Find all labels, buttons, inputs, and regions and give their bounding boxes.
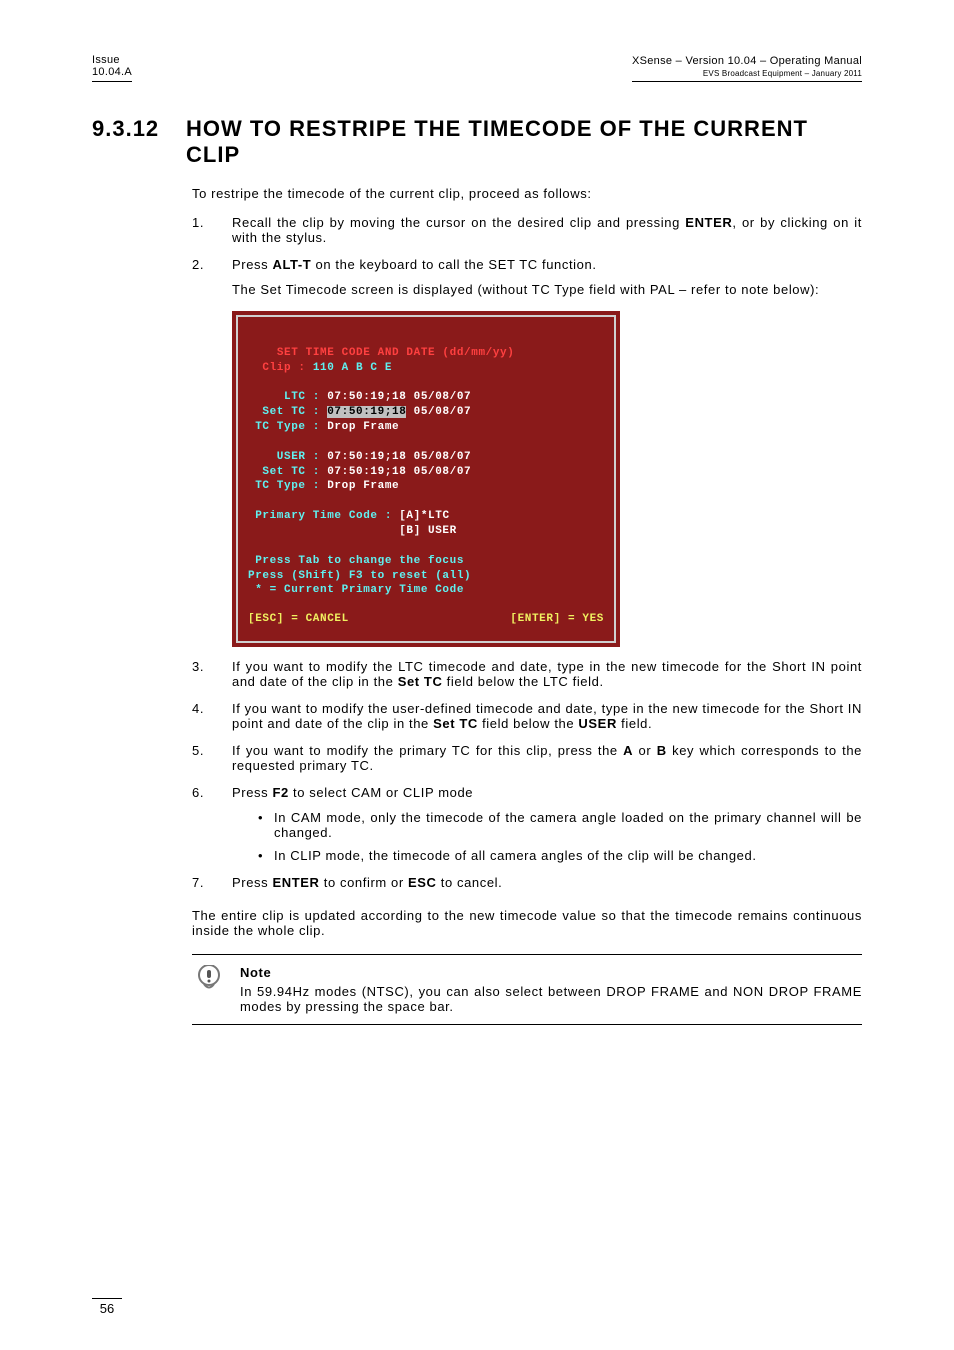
manual-subtitle: EVS Broadcast Equipment – January 2011 — [632, 69, 862, 78]
step-number: 3. — [192, 659, 232, 689]
screen-help-3: * = Current Primary Time Code — [248, 584, 464, 596]
screen-user-row: USER : 07:50:19;18 05/08/07 — [248, 451, 471, 463]
step-6: 6. Press F2 to select CAM or CLIP mode •… — [192, 785, 862, 863]
screen-tctype2-row: TC Type : Drop Frame — [248, 480, 399, 492]
screen-tctype1-row: TC Type : Drop Frame — [248, 421, 399, 433]
screen-enter: [ENTER] = YES — [510, 612, 604, 627]
section-number: 9.3.12 — [92, 116, 170, 168]
note-text: In 59.94Hz modes (NTSC), you can also se… — [240, 984, 862, 1014]
step-number: 1. — [192, 215, 232, 245]
step-list: 1. Recall the clip by moving the cursor … — [192, 215, 862, 890]
step-number: 7. — [192, 875, 232, 890]
note-block: Note In 59.94Hz modes (NTSC), you can al… — [192, 954, 862, 1025]
screen-esc: [ESC] = CANCEL — [248, 612, 349, 627]
key-esc: ESC — [408, 875, 437, 890]
field-set-tc: Set TC — [398, 674, 443, 689]
screen-settc2-row: Set TC : 07:50:19;18 05/08/07 — [248, 466, 471, 478]
step-3: 3. If you want to modify the LTC timecod… — [192, 659, 862, 689]
screen-ltc-row: LTC : 07:50:19;18 05/08/07 — [248, 391, 471, 403]
step-7: 7. Press ENTER to confirm or ESC to canc… — [192, 875, 862, 890]
key-enter: ENTER — [272, 875, 319, 890]
screen-clip: Clip : 110 A B C E — [248, 362, 392, 374]
note-label: Note — [240, 965, 862, 980]
screen-settc1-row: Set TC : 07:50:19;18 05/08/07 — [248, 406, 471, 418]
step-4: 4. If you want to modify the user-define… — [192, 701, 862, 731]
screen-title: SET TIME CODE AND DATE (dd/mm/yy) — [248, 347, 514, 359]
step-number: 4. — [192, 701, 232, 731]
issue-value: 10.04.A — [92, 66, 132, 78]
section-heading: 9.3.12 HOW TO RESTRIPE THE TIMECODE OF T… — [92, 116, 862, 168]
step-1: 1. Recall the clip by moving the cursor … — [192, 215, 862, 245]
field-user: USER — [578, 716, 617, 731]
page-header: Issue 10.04.A XSense – Version 10.04 – O… — [92, 54, 862, 82]
step-number: 5. — [192, 743, 232, 773]
key-a: A — [623, 743, 633, 758]
step-2: 2. Press ALT-T on the keyboard to call t… — [192, 257, 862, 647]
closing-paragraph: The entire clip is updated according to … — [192, 908, 862, 938]
screen-primary-row: Primary Time Code : [A]*LTC — [248, 510, 450, 522]
screen-help-2: Press (Shift) F3 to reset (all) — [248, 570, 471, 582]
section-title: HOW TO RESTRIPE THE TIMECODE OF THE CURR… — [186, 116, 862, 168]
key-b: B — [657, 743, 667, 758]
step-5: 5. If you want to modify the primary TC … — [192, 743, 862, 773]
step-6-bullet-clip: •In CLIP mode, the timecode of all camer… — [258, 848, 862, 863]
key-enter: ENTER — [685, 215, 732, 230]
intro-paragraph: To restripe the timecode of the current … — [192, 186, 862, 201]
step-number: 6. — [192, 785, 232, 863]
issue-label: Issue — [92, 54, 132, 66]
set-tc-screen: SET TIME CODE AND DATE (dd/mm/yy) Clip :… — [232, 311, 620, 647]
note-icon — [192, 965, 240, 1014]
screen-help-1: Press Tab to change the focus — [248, 555, 464, 567]
page-number: 56 — [92, 1298, 122, 1316]
key-alt-t: ALT-T — [272, 257, 311, 272]
step-6-bullet-cam: •In CAM mode, only the timecode of the c… — [258, 810, 862, 840]
field-set-tc: Set TC — [433, 716, 478, 731]
screen-primary-b: [B] USER — [248, 525, 457, 537]
manual-title: XSense – Version 10.04 – Operating Manua… — [632, 55, 862, 67]
step-number: 2. — [192, 257, 232, 647]
key-f2: F2 — [272, 785, 288, 800]
step-2-followup: The Set Timecode screen is displayed (wi… — [232, 282, 862, 297]
